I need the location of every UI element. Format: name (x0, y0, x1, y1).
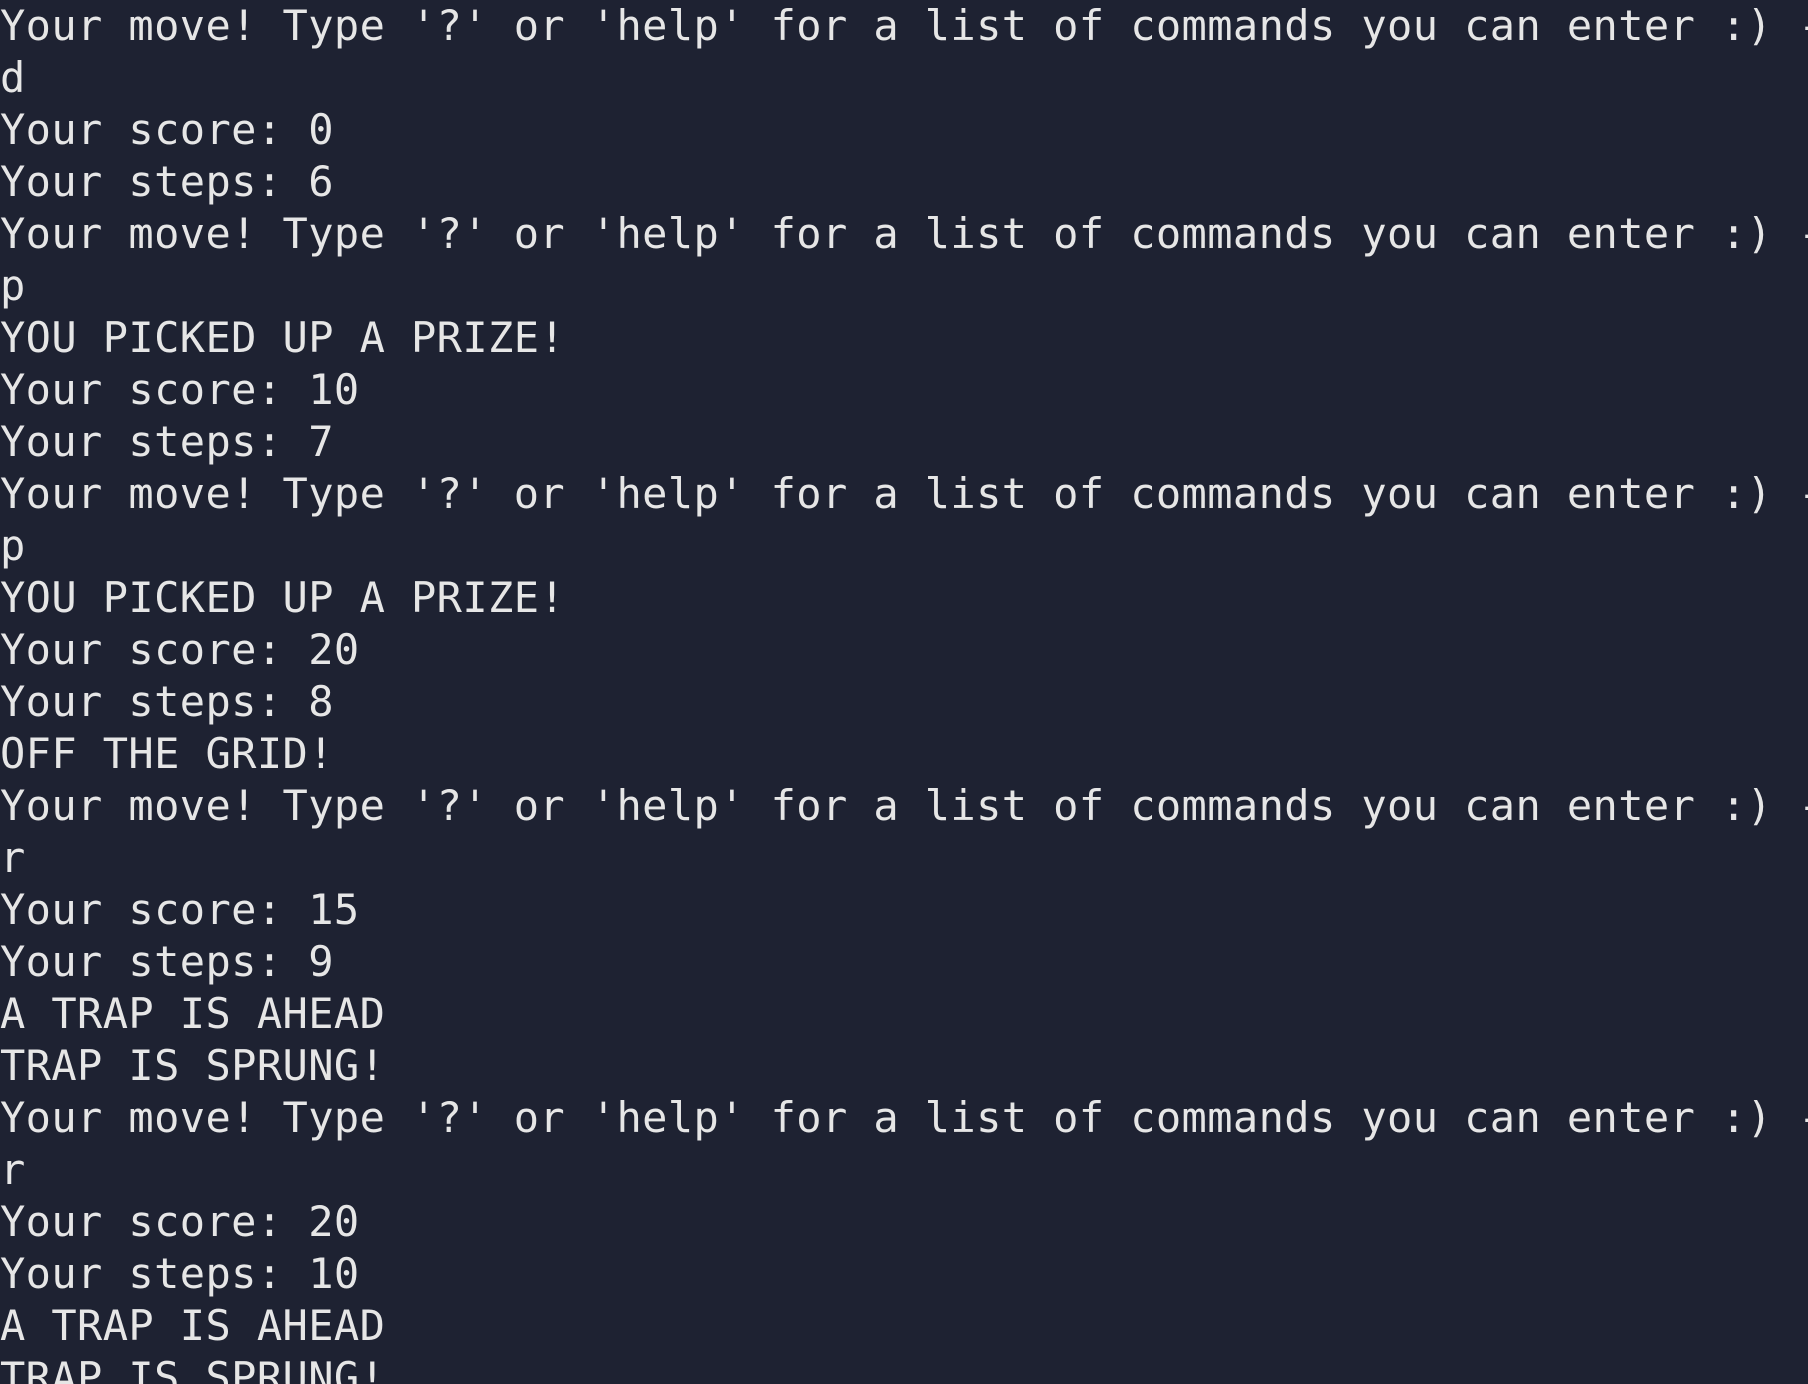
score-line: Your score: 15 (0, 885, 360, 934)
steps-line: Your steps: 7 (0, 417, 334, 466)
terminal-window[interactable]: Your move! Type '?' or 'help' for a list… (0, 0, 1808, 1384)
user-input: p (0, 521, 26, 570)
prompt-line: Your move! Type '?' or 'help' for a list… (0, 1, 1808, 50)
event-message: A TRAP IS AHEAD (0, 989, 386, 1038)
prompt-line: Your move! Type '?' or 'help' for a list… (0, 1093, 1808, 1142)
event-message: OFF THE GRID! (0, 729, 334, 778)
event-message: TRAP IS SPRUNG! (0, 1041, 386, 1090)
event-message: YOU PICKED UP A PRIZE! (0, 313, 566, 362)
steps-line: Your steps: 10 (0, 1249, 360, 1298)
user-input: r (0, 833, 26, 882)
event-message: A TRAP IS AHEAD (0, 1301, 386, 1350)
user-input: d (0, 53, 26, 102)
score-line: Your score: 20 (0, 625, 360, 674)
event-message: YOU PICKED UP A PRIZE! (0, 573, 566, 622)
steps-line: Your steps: 6 (0, 157, 334, 206)
steps-line: Your steps: 8 (0, 677, 334, 726)
score-line: Your score: 20 (0, 1197, 360, 1246)
user-input: p (0, 261, 26, 310)
prompt-line: Your move! Type '?' or 'help' for a list… (0, 781, 1808, 830)
user-input: r (0, 1145, 26, 1194)
event-message: TRAP IS SPRUNG! (0, 1353, 386, 1384)
prompt-line: Your move! Type '?' or 'help' for a list… (0, 469, 1808, 518)
prompt-line: Your move! Type '?' or 'help' for a list… (0, 209, 1808, 258)
score-line: Your score: 10 (0, 365, 360, 414)
score-line: Your score: 0 (0, 105, 334, 154)
steps-line: Your steps: 9 (0, 937, 334, 986)
